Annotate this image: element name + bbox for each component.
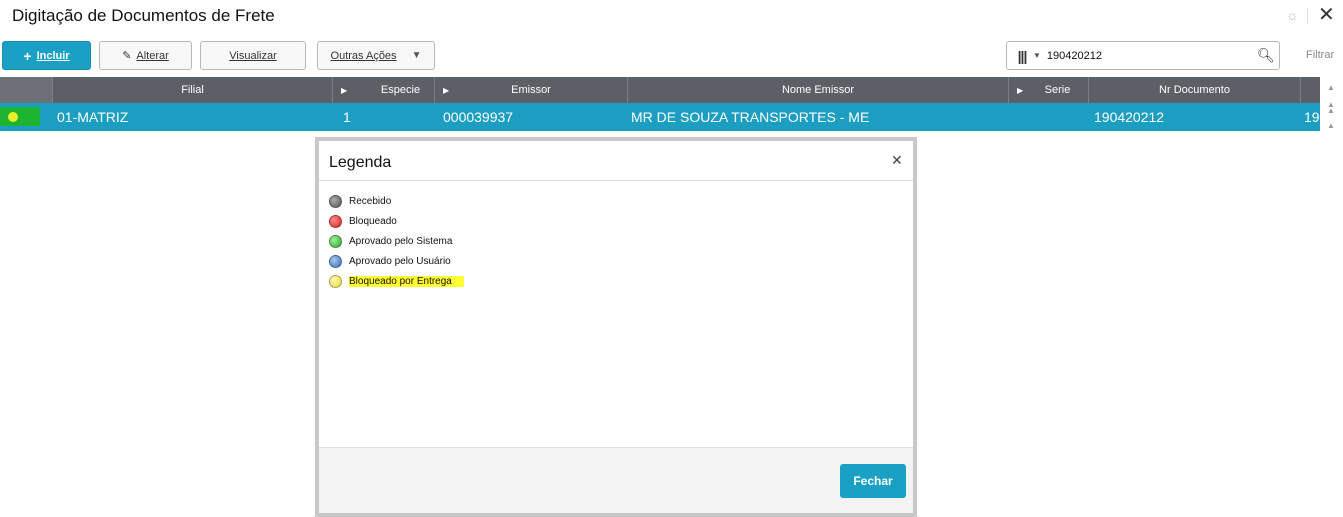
column-header-extra[interactable] bbox=[1301, 77, 1320, 103]
scroll-top-icon[interactable]: ▲ bbox=[1326, 82, 1336, 94]
outras-acoes-label: Outras Ações bbox=[330, 49, 397, 62]
cell-nr-documento: 190420212 bbox=[1094, 109, 1165, 125]
status-badge bbox=[0, 107, 40, 126]
search-input[interactable]: 190420212 bbox=[1047, 50, 1257, 62]
grid-header: Filial ▶ Especie ▶ Emissor Nome Emissor … bbox=[0, 77, 1320, 103]
alterar-button[interactable]: ✎ Alterar bbox=[99, 41, 192, 70]
gray-ball-icon bbox=[329, 194, 342, 208]
column-header-nr-documento[interactable]: Nr Documento bbox=[1089, 77, 1301, 103]
blue-ball-icon bbox=[329, 254, 342, 268]
incluir-label: Incluir bbox=[36, 49, 70, 62]
legend-item-aprovado-usuario: Aprovado pelo Usuário bbox=[329, 251, 464, 271]
vertical-scrollbar[interactable]: ▲ ▲ ▲ ▲ bbox=[1320, 77, 1343, 137]
pencil-icon: ✎ bbox=[122, 50, 132, 62]
status-column-header[interactable] bbox=[0, 77, 53, 103]
settings-icon[interactable]: ☼ bbox=[1286, 8, 1300, 22]
chevron-down-icon[interactable]: ▼ bbox=[1033, 51, 1041, 60]
column-header-emissor[interactable]: ▶ Emissor bbox=[435, 77, 628, 103]
dialog-close-icon[interactable]: ✕ bbox=[891, 152, 903, 169]
yellow-ball-icon bbox=[329, 274, 342, 288]
title-bar: Digitação de Documentos de Frete ☼ ✕ bbox=[0, 0, 1343, 36]
legend-list: Recebido Bloqueado Aprovado pelo Sistema… bbox=[329, 191, 464, 291]
cell-extra: 19 bbox=[1304, 109, 1320, 125]
title-separator bbox=[1307, 8, 1308, 24]
column-header-filial[interactable]: Filial bbox=[53, 77, 333, 103]
scroll-up-icon[interactable]: ▲ bbox=[1326, 120, 1336, 132]
dialog-header: Legenda ✕ bbox=[319, 141, 913, 181]
red-ball-icon bbox=[329, 214, 342, 228]
fechar-button[interactable]: Fechar bbox=[840, 464, 906, 498]
scroll-page-up-icon-2[interactable]: ▲ bbox=[1326, 105, 1336, 117]
cell-emissor: 000039937 bbox=[443, 109, 514, 125]
play-icon: ▶ bbox=[1017, 85, 1024, 95]
dialog-footer: Fechar bbox=[319, 447, 913, 513]
plus-icon: + bbox=[23, 47, 32, 64]
outras-acoes-button[interactable]: Outras Ações ▼ bbox=[317, 41, 435, 70]
play-icon: ▶ bbox=[443, 85, 450, 95]
page-title: Digitação de Documentos de Frete bbox=[12, 6, 275, 25]
play-icon: ▶ bbox=[341, 85, 348, 95]
legend-item-aprovado-sistema: Aprovado pelo Sistema bbox=[329, 231, 464, 251]
table-row[interactable]: 01-MATRIZ 1 000039937 MR DE SOUZA TRANSP… bbox=[0, 103, 1320, 131]
cell-filial: 01-MATRIZ bbox=[57, 109, 129, 125]
alterar-label: Alterar bbox=[136, 49, 169, 62]
caret-down-icon: ▼ bbox=[411, 50, 422, 61]
cell-nome-emissor: MR DE SOUZA TRANSPORTES - ME bbox=[631, 109, 870, 125]
column-header-serie[interactable]: ▶ Serie bbox=[1009, 77, 1089, 103]
status-dot-icon bbox=[8, 112, 18, 122]
visualizar-button[interactable]: Visualizar bbox=[200, 41, 306, 70]
dialog-title: Legenda bbox=[329, 154, 392, 171]
close-icon[interactable]: ✕ bbox=[1318, 5, 1335, 25]
filtrar-link[interactable]: Filtrar bbox=[1306, 49, 1334, 61]
legend-item-recebido: Recebido bbox=[329, 191, 464, 211]
legend-dialog: Legenda ✕ Recebido Bloqueado Aprovado pe… bbox=[319, 141, 913, 513]
legend-item-bloqueado: Bloqueado bbox=[329, 211, 464, 231]
column-header-especie[interactable]: ▶ Especie bbox=[333, 77, 435, 103]
search-box[interactable]: ||| ▼ 190420212 🔍︎ bbox=[1006, 41, 1280, 70]
incluir-button[interactable]: + Incluir bbox=[2, 41, 91, 70]
toolbar: + Incluir ✎ Alterar Visualizar Outras Aç… bbox=[0, 41, 1343, 71]
legend-dialog-frame: Legenda ✕ Recebido Bloqueado Aprovado pe… bbox=[315, 137, 917, 517]
legend-item-bloqueado-entrega: Bloqueado por Entrega bbox=[329, 271, 464, 291]
cell-especie: 1 bbox=[343, 109, 351, 125]
search-icon[interactable]: 🔍︎ bbox=[1257, 47, 1279, 64]
visualizar-label: Visualizar bbox=[229, 49, 277, 62]
green-ball-icon bbox=[329, 234, 342, 248]
column-header-nome-emissor[interactable]: Nome Emissor bbox=[628, 77, 1009, 103]
